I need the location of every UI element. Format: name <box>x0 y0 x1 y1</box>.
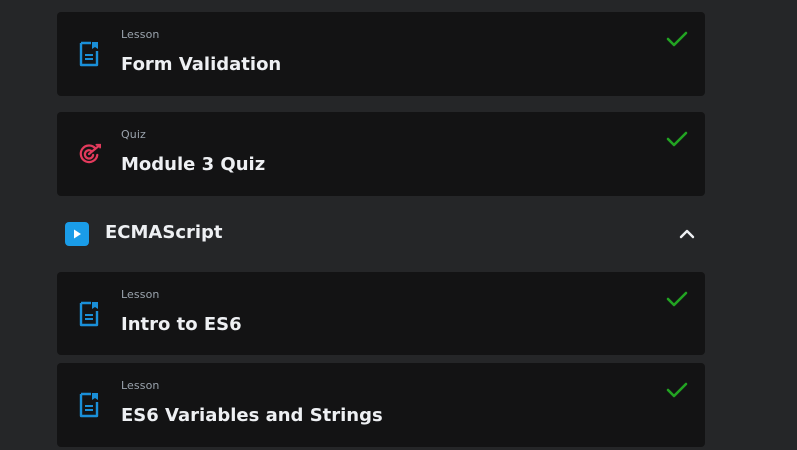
item-title: Module 3 Quiz <box>121 154 266 175</box>
item-type-label: Lesson <box>121 288 160 301</box>
item-title: Form Validation <box>121 54 282 75</box>
item-type-label: Lesson <box>121 379 160 392</box>
chevron-up-icon[interactable] <box>679 226 695 242</box>
document-icon <box>77 40 101 68</box>
section-title: ECMAScript <box>105 222 223 243</box>
document-icon <box>77 391 101 419</box>
section-header-ecmascript[interactable]: ECMAScript <box>57 211 705 257</box>
target-icon <box>77 140 101 168</box>
course-content-list: Lesson Form Validation Quiz Module 3 Qui… <box>0 0 797 450</box>
item-type-label: Lesson <box>121 28 160 41</box>
checkmark-icon <box>666 130 688 148</box>
lesson-card-form-validation[interactable]: Lesson Form Validation <box>57 12 705 96</box>
quiz-card-module-3[interactable]: Quiz Module 3 Quiz <box>57 112 705 196</box>
item-title: Intro to ES6 <box>121 314 242 335</box>
checkmark-icon <box>666 30 688 48</box>
play-icon <box>65 222 89 246</box>
item-type-label: Quiz <box>121 128 146 141</box>
item-title: ES6 Variables and Strings <box>121 405 383 426</box>
checkmark-icon <box>666 290 688 308</box>
document-icon <box>77 300 101 328</box>
lesson-card-es6-variables-and-strings[interactable]: Lesson ES6 Variables and Strings <box>57 363 705 447</box>
lesson-card-intro-to-es6[interactable]: Lesson Intro to ES6 <box>57 272 705 355</box>
checkmark-icon <box>666 381 688 399</box>
